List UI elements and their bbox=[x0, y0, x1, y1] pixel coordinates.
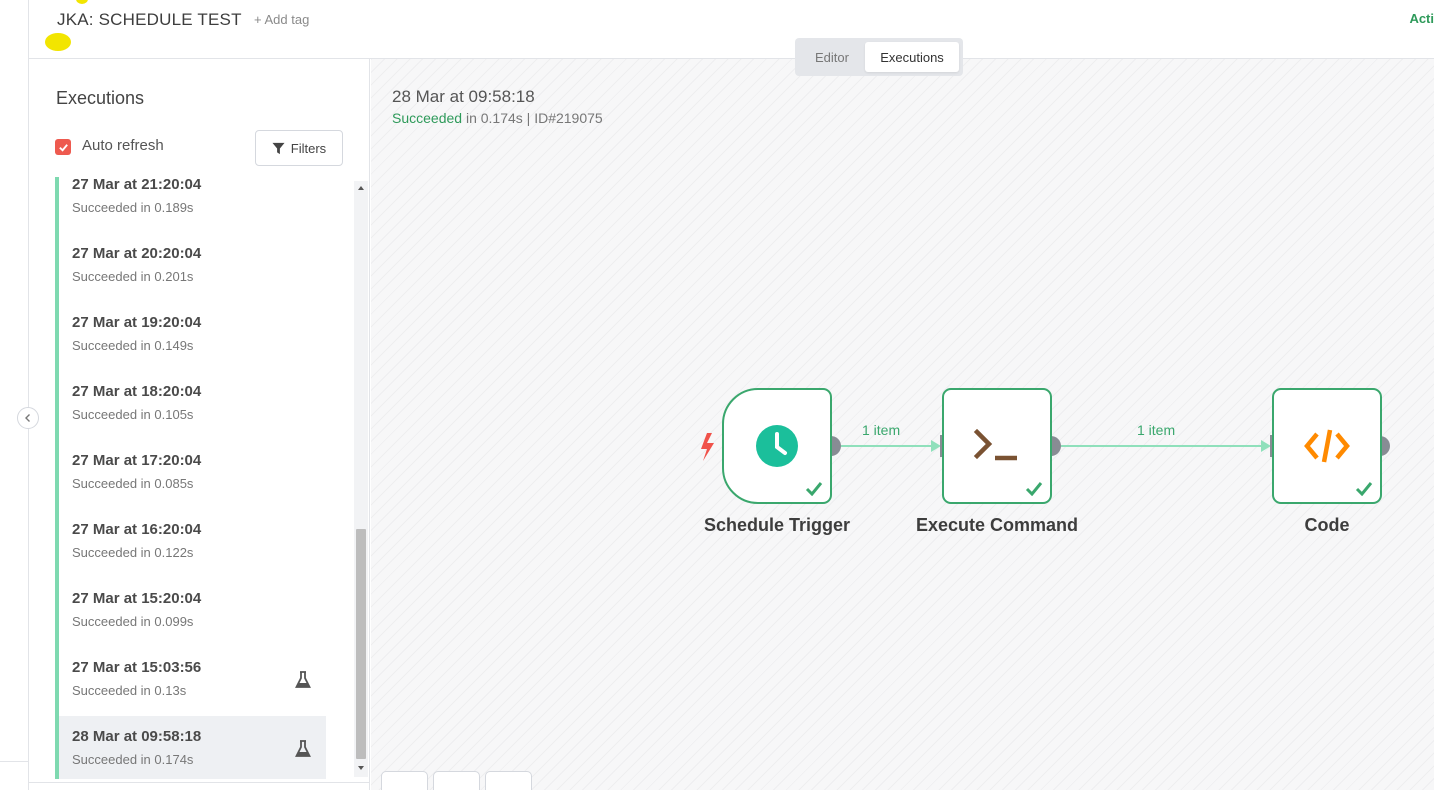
highlight-mark bbox=[76, 0, 88, 4]
terminal-icon bbox=[973, 428, 1017, 461]
execution-list-item[interactable]: 27 Mar at 15:03:56 Succeeded in 0.13s bbox=[55, 647, 326, 716]
execution-item-status: Succeeded in 0.174s bbox=[72, 752, 194, 767]
node-code[interactable] bbox=[1272, 388, 1382, 504]
execution-item-status: Succeeded in 0.122s bbox=[72, 545, 194, 560]
success-check-icon bbox=[805, 482, 823, 496]
execution-item-time: 27 Mar at 16:20:04 bbox=[72, 521, 202, 538]
execution-item-time: 27 Mar at 15:03:56 bbox=[72, 659, 202, 676]
execution-item-time: 27 Mar at 20:20:04 bbox=[72, 245, 202, 262]
execution-item-status: Succeeded in 0.201s bbox=[72, 269, 194, 284]
node-execute-command[interactable] bbox=[942, 388, 1052, 504]
execution-item-time: 27 Mar at 17:20:04 bbox=[72, 452, 202, 469]
node-label: Execute Command bbox=[915, 515, 1079, 535]
execution-list-item[interactable]: 28 Mar at 09:58:18 Succeeded in 0.174s bbox=[55, 716, 326, 779]
scroll-up-arrow[interactable] bbox=[354, 181, 368, 195]
execution-item-status: Succeeded in 0.13s bbox=[72, 683, 187, 698]
triangle-down-icon bbox=[358, 766, 364, 770]
rail-divider bbox=[0, 761, 29, 762]
execution-item-status: Succeeded in 0.085s bbox=[72, 476, 194, 491]
connection-trigger-to-command bbox=[831, 440, 941, 452]
sidebar-bottom-divider bbox=[29, 782, 369, 783]
flask-icon bbox=[295, 671, 311, 688]
workflow-canvas[interactable]: 28 Mar at 09:58:18 Succeeded in 0.174s |… bbox=[371, 59, 1434, 790]
zoom-in-button[interactable] bbox=[433, 771, 480, 790]
chevron-left-icon bbox=[25, 414, 30, 422]
workflow-title[interactable]: JKA: SCHEDULE TEST bbox=[57, 10, 242, 30]
zoom-out-button[interactable] bbox=[485, 771, 532, 790]
execution-list-item[interactable]: 27 Mar at 20:20:04 Succeeded in 0.201s bbox=[55, 233, 326, 302]
execution-item-time: 27 Mar at 18:20:04 bbox=[72, 383, 202, 400]
success-check-icon bbox=[1355, 482, 1373, 496]
execution-item-time: 28 Mar at 09:58:18 bbox=[72, 728, 202, 745]
execution-item-status: Succeeded in 0.189s bbox=[72, 200, 194, 215]
view-toggle: Editor Executions bbox=[795, 38, 963, 76]
checkmark-icon bbox=[58, 143, 68, 152]
execution-item-time: 27 Mar at 15:20:04 bbox=[72, 590, 202, 607]
execution-item-status: Succeeded in 0.149s bbox=[72, 338, 194, 353]
flask-icon bbox=[295, 740, 311, 757]
auto-refresh-checkbox[interactable] bbox=[55, 139, 71, 155]
execution-list-item[interactable]: 27 Mar at 18:20:04 Succeeded in 0.105s bbox=[55, 371, 326, 440]
connection-command-to-code bbox=[1051, 440, 1271, 452]
sidebar-title: Executions bbox=[56, 88, 145, 108]
filters-button[interactable]: Filters bbox=[255, 130, 343, 166]
collapse-sidebar-button[interactable] bbox=[17, 407, 39, 429]
node-label: Code bbox=[1304, 515, 1350, 535]
node-label: Schedule Trigger bbox=[703, 515, 851, 535]
execution-item-time: 27 Mar at 19:20:04 bbox=[72, 314, 202, 331]
node-schedule-trigger[interactable] bbox=[722, 388, 832, 504]
execution-list-item[interactable]: 27 Mar at 17:20:04 Succeeded in 0.085s bbox=[55, 440, 326, 509]
scroll-down-arrow[interactable] bbox=[354, 761, 368, 775]
code-icon bbox=[1304, 429, 1350, 463]
executions-list: 27 Mar at 21:20:04 Succeeded in 0.189s 27 … bbox=[55, 177, 355, 779]
scrollbar-thumb[interactable] bbox=[356, 529, 366, 759]
clock-icon bbox=[756, 425, 798, 467]
connection-label: 1 item bbox=[862, 422, 901, 438]
execution-list-item[interactable]: 27 Mar at 21:20:04 Succeeded in 0.189s bbox=[55, 177, 326, 233]
execution-item-status: Succeeded in 0.099s bbox=[72, 614, 194, 629]
active-toggle-label[interactable]: Acti bbox=[1409, 11, 1434, 26]
success-check-icon bbox=[1025, 482, 1043, 496]
filters-button-label: Filters bbox=[290, 140, 327, 156]
execution-item-time: 27 Mar at 21:20:04 bbox=[72, 177, 202, 193]
execution-item-status: Succeeded in 0.105s bbox=[72, 407, 194, 422]
highlight-mark bbox=[45, 33, 71, 51]
add-tag-link[interactable]: + Add tag bbox=[254, 12, 309, 27]
auto-refresh-label[interactable]: Auto refresh bbox=[82, 137, 164, 154]
workflow-header: JKA: SCHEDULE TEST + Add tag Acti bbox=[29, 0, 1434, 59]
filter-icon bbox=[272, 142, 285, 154]
tab-editor[interactable]: Editor bbox=[799, 42, 865, 72]
left-rail bbox=[0, 0, 29, 790]
triangle-up-icon bbox=[358, 186, 364, 190]
connection-label: 1 item bbox=[1137, 422, 1176, 438]
execution-list-item[interactable]: 27 Mar at 16:20:04 Succeeded in 0.122s bbox=[55, 509, 326, 578]
execution-list-item[interactable]: 27 Mar at 19:20:04 Succeeded in 0.149s bbox=[55, 302, 326, 371]
tab-executions[interactable]: Executions bbox=[865, 42, 959, 72]
execution-list-item[interactable]: 27 Mar at 15:20:04 Succeeded in 0.099s bbox=[55, 578, 326, 647]
executions-sidebar: Executions Auto refresh Filters 27 Mar a… bbox=[29, 59, 370, 790]
zoom-to-fit-button[interactable] bbox=[381, 771, 428, 790]
lightning-icon bbox=[701, 433, 714, 461]
